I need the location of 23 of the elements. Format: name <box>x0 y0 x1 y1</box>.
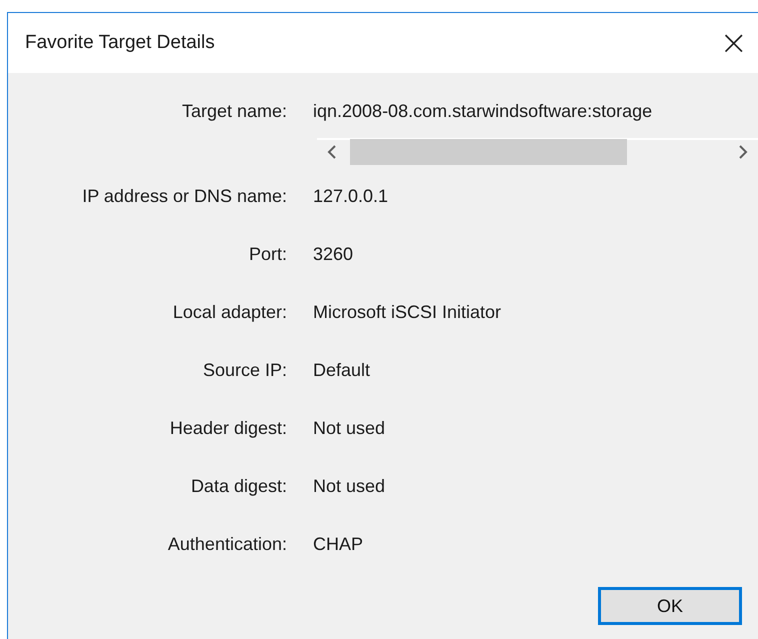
field-value: iqn.2008-08.com.starwindsoftware:storage <box>313 100 652 122</box>
field-value: Not used <box>313 476 386 496</box>
close-button[interactable]: × <box>710 26 758 60</box>
field-value: Not used <box>313 418 386 438</box>
field-label: Data digest: <box>190 476 287 496</box>
scroll-right-icon[interactable] <box>738 145 748 159</box>
window-title: Favorite Target Details <box>25 32 215 54</box>
field-value: CHAP <box>313 534 364 554</box>
field-value: Default <box>313 360 370 380</box>
field-value: 127.0.0.1 <box>313 186 388 206</box>
horizontal-scrollbar[interactable] <box>317 138 758 164</box>
field-label: Header digest: <box>168 418 287 438</box>
field-label: Source IP: <box>202 360 287 380</box>
scroll-left-icon[interactable] <box>327 145 337 159</box>
field-label: Authentication: <box>166 534 287 554</box>
scrollbar-thumb[interactable] <box>350 139 627 165</box>
field-label: Local adapter: <box>172 302 287 322</box>
ok-button[interactable]: OK <box>598 587 742 625</box>
field-label: IP address or DNS name: <box>81 186 287 206</box>
field-label: Target name: <box>180 100 287 122</box>
field-value: 3260 <box>313 244 354 264</box>
field-value: Microsoft iSCSI Initiator <box>313 302 502 322</box>
field-label: Port: <box>248 244 287 264</box>
